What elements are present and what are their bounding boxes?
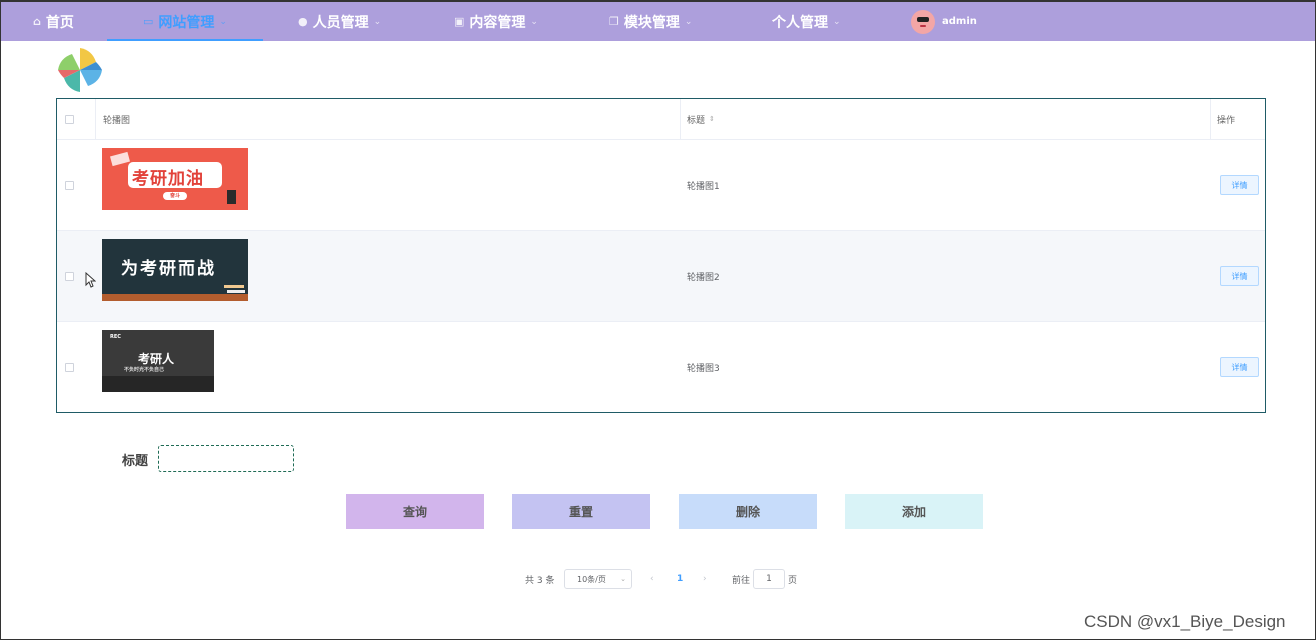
row-title: 轮播图3	[687, 364, 720, 374]
nav-item-personal-manage[interactable]: 个人管理 ⌄	[772, 2, 841, 41]
banner-thumbnail[interactable]: 考研加油 奋斗	[102, 148, 248, 210]
chevron-down-icon: ⌄	[530, 16, 538, 27]
chevron-down-icon: ⌄	[373, 16, 382, 27]
banner-thumbnail[interactable]: REC 考研人 不负时光不负自己	[102, 330, 214, 392]
banner-table: 轮播图 标题 ⇕ 操作 考研加油 奋斗 轮播图1 详情 为考研而战 轮播图2 详…	[56, 98, 1266, 413]
home-icon: ⌂	[33, 15, 41, 28]
nav-label: 首页	[45, 14, 74, 31]
page-size-value: 10条/页	[577, 574, 606, 584]
nav-item-module-manage[interactable]: ❐ 模块管理 ⌄	[609, 2, 692, 41]
monitor-icon: ▭	[143, 15, 154, 28]
desk-rows-shape	[102, 376, 214, 392]
thumbnail-corner-text: REC	[110, 334, 121, 340]
sort-icon[interactable]: ⇕	[709, 115, 715, 123]
banner-thumbnail[interactable]: 为考研而战	[102, 239, 248, 301]
table-row: 考研加油 奋斗 轮播图1 详情	[57, 140, 1265, 231]
column-header-image: 轮播图	[103, 115, 131, 126]
page-size-select[interactable]: 10条/页 ⌄	[564, 569, 632, 589]
row-title: 轮播图1	[687, 181, 720, 192]
column-header-actions: 操作	[1217, 115, 1236, 126]
nav-label: 模块管理	[623, 14, 680, 31]
select-all-checkbox[interactable]	[65, 115, 74, 124]
avatar[interactable]	[911, 10, 935, 34]
table-row: 为考研而战 轮播图2 详情	[57, 231, 1265, 322]
mouse-cursor-icon	[85, 272, 96, 288]
nav-item-home[interactable]: ⌂ 首页	[33, 2, 74, 41]
nav-label: 个人管理	[772, 14, 828, 31]
nav-item-site-manage[interactable]: ▭ 网站管理 ⌄	[143, 2, 227, 41]
query-button[interactable]: 查询	[346, 494, 484, 529]
chalk-shape	[224, 285, 244, 288]
paper-shape	[110, 151, 130, 167]
row-checkbox[interactable]	[65, 272, 74, 281]
detail-button[interactable]: 详情	[1220, 175, 1259, 195]
page-number-current[interactable]: 1	[677, 569, 683, 589]
column-header-title-label: 标题	[687, 115, 706, 126]
row-checkbox[interactable]	[65, 181, 74, 190]
row-checkbox[interactable]	[65, 363, 74, 372]
nav-item-content-manage[interactable]: ▣ 内容管理 ⌄	[454, 2, 538, 41]
prev-page-icon[interactable]: ‹	[650, 569, 654, 589]
column-header-title[interactable]: 标题 ⇕	[687, 99, 715, 139]
copy-icon: ❐	[609, 15, 619, 28]
top-nav: ⌂ 首页 ▭ 网站管理 ⌄ ● 人员管理 ⌄ ▣ 内容管理 ⌄ ❐ 模块管理 ⌄…	[1, 2, 1315, 41]
detail-button[interactable]: 详情	[1220, 357, 1259, 377]
goto-label: 前往	[732, 575, 751, 586]
pinwheel-logo-icon	[58, 48, 102, 92]
app-frame: ⌂ 首页 ▭ 网站管理 ⌄ ● 人员管理 ⌄ ▣ 内容管理 ⌄ ❐ 模块管理 ⌄…	[0, 0, 1316, 640]
goto-page-input[interactable]	[753, 569, 785, 589]
table-row: REC 考研人 不负时光不负自己 轮播图3 详情	[57, 322, 1265, 412]
thumbnail-subtext: 不负时光不负自己	[124, 367, 165, 373]
chalk-shape	[227, 290, 245, 293]
user-icon: ●	[298, 15, 308, 28]
row-title: 轮播图2	[687, 272, 720, 283]
chevron-down-icon: ⌄	[620, 575, 626, 583]
next-page-icon[interactable]: ›	[703, 569, 707, 589]
chevron-down-icon: ⌄	[833, 16, 841, 27]
document-icon: ▣	[454, 15, 465, 28]
active-nav-underline	[107, 39, 263, 41]
page-unit-label: 页	[788, 575, 798, 586]
add-button[interactable]: 添加	[845, 494, 983, 529]
nav-label: 人员管理	[312, 14, 369, 31]
thumbnail-subtext: 奋斗	[163, 192, 187, 200]
reset-button[interactable]: 重置	[512, 494, 650, 529]
search-title-input[interactable]	[158, 445, 294, 472]
chevron-down-icon: ⌄	[684, 16, 693, 27]
nav-label: 网站管理	[158, 14, 215, 31]
search-title-label: 标题	[122, 454, 149, 469]
nav-item-user-manage[interactable]: ● 人员管理 ⌄	[298, 2, 381, 41]
nav-label: 内容管理	[469, 14, 526, 31]
thumbnail-text: 为考研而战	[121, 259, 216, 279]
chalk-ledge-shape	[102, 294, 248, 301]
thumbnail-text: 考研人	[138, 352, 175, 366]
table-header: 轮播图 标题 ⇕ 操作	[57, 99, 1265, 140]
sunglasses-icon	[917, 17, 929, 22]
username-label[interactable]: admin	[942, 2, 977, 41]
delete-button[interactable]: 删除	[679, 494, 817, 529]
thumbnail-text: 考研加油	[132, 169, 204, 189]
watermark-text: CSDN @vx1_Biye_Design	[1084, 612, 1286, 631]
pagination-total: 共 3 条	[525, 575, 555, 586]
mouth-shape	[920, 25, 926, 27]
book-shape	[227, 190, 236, 204]
detail-button[interactable]: 详情	[1220, 266, 1259, 286]
chevron-down-icon: ⌄	[219, 16, 227, 27]
